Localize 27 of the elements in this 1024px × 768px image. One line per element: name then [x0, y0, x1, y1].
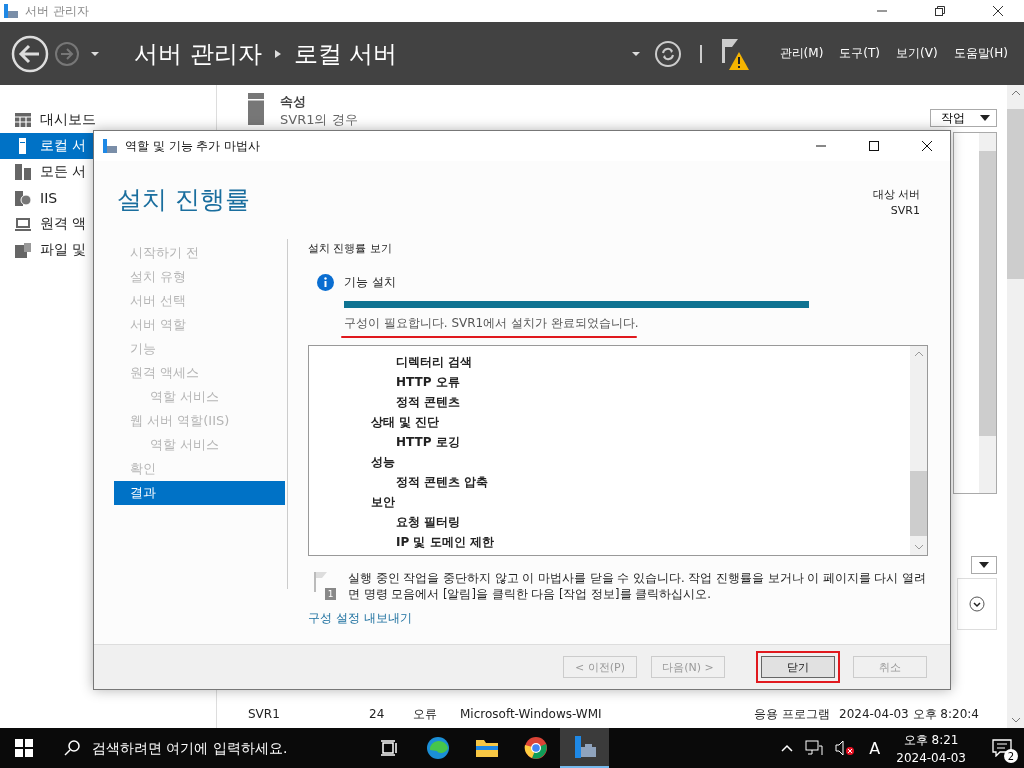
feature-item: 요청 필터링 — [395, 514, 461, 531]
notification-count: 2 — [1004, 749, 1018, 763]
table-cell-text: 24 — [369, 707, 386, 721]
status-message: 구성이 필요합니다. SVR1에서 설치가 완료되었습니다. — [344, 315, 640, 332]
feature-item: 디렉터리 검색 — [395, 354, 473, 371]
feature-item: 성능 — [370, 454, 395, 471]
wizard-heading: 설치 진행률 — [117, 184, 250, 216]
feature-item: HTTP 로깅 — [395, 434, 460, 451]
feature-item: IP 및 도메인 제한 — [395, 534, 494, 551]
feature-item: 보안 — [370, 494, 395, 511]
feature-item: 정적 콘텐츠 — [395, 394, 461, 411]
section-heading: 설치 진행률 보기 — [308, 241, 393, 256]
table-cell-text: Microsoft-Windows-WMI — [460, 707, 603, 721]
target-server: SVR1 — [890, 204, 920, 217]
table-cell-text: 응용 프로그램 — [754, 705, 831, 723]
feature-item: HTTP 오류 — [395, 374, 460, 391]
feature-item: 상태 및 진단 — [370, 414, 440, 431]
feature-item: 정적 콘텐츠 압축 — [395, 474, 489, 491]
table-cell-text: 2024-04-03 오후 8:20:4 — [839, 705, 980, 723]
target-label: 대상 서버 — [872, 187, 920, 202]
window-title: 서버 관리자 — [25, 2, 89, 20]
table-cell-text: 오류 — [413, 705, 438, 723]
status-title: 기능 설치 — [344, 274, 397, 291]
section-title: 속성 — [280, 93, 307, 111]
section-subtitle: SVR1의 경우 — [280, 111, 358, 129]
table-cell-text: SVR1 — [248, 707, 281, 721]
note-text: 실행 중인 작업을 중단하지 않고 이 마법사를 닫을 수 있습니다. 작업 진행률을 보거나 이 페이지를 다시 열려면 명령 모음에서 [알림]을 클릭한 다음 [작업 정보]를 클릭하십시오. — [348, 570, 928, 602]
